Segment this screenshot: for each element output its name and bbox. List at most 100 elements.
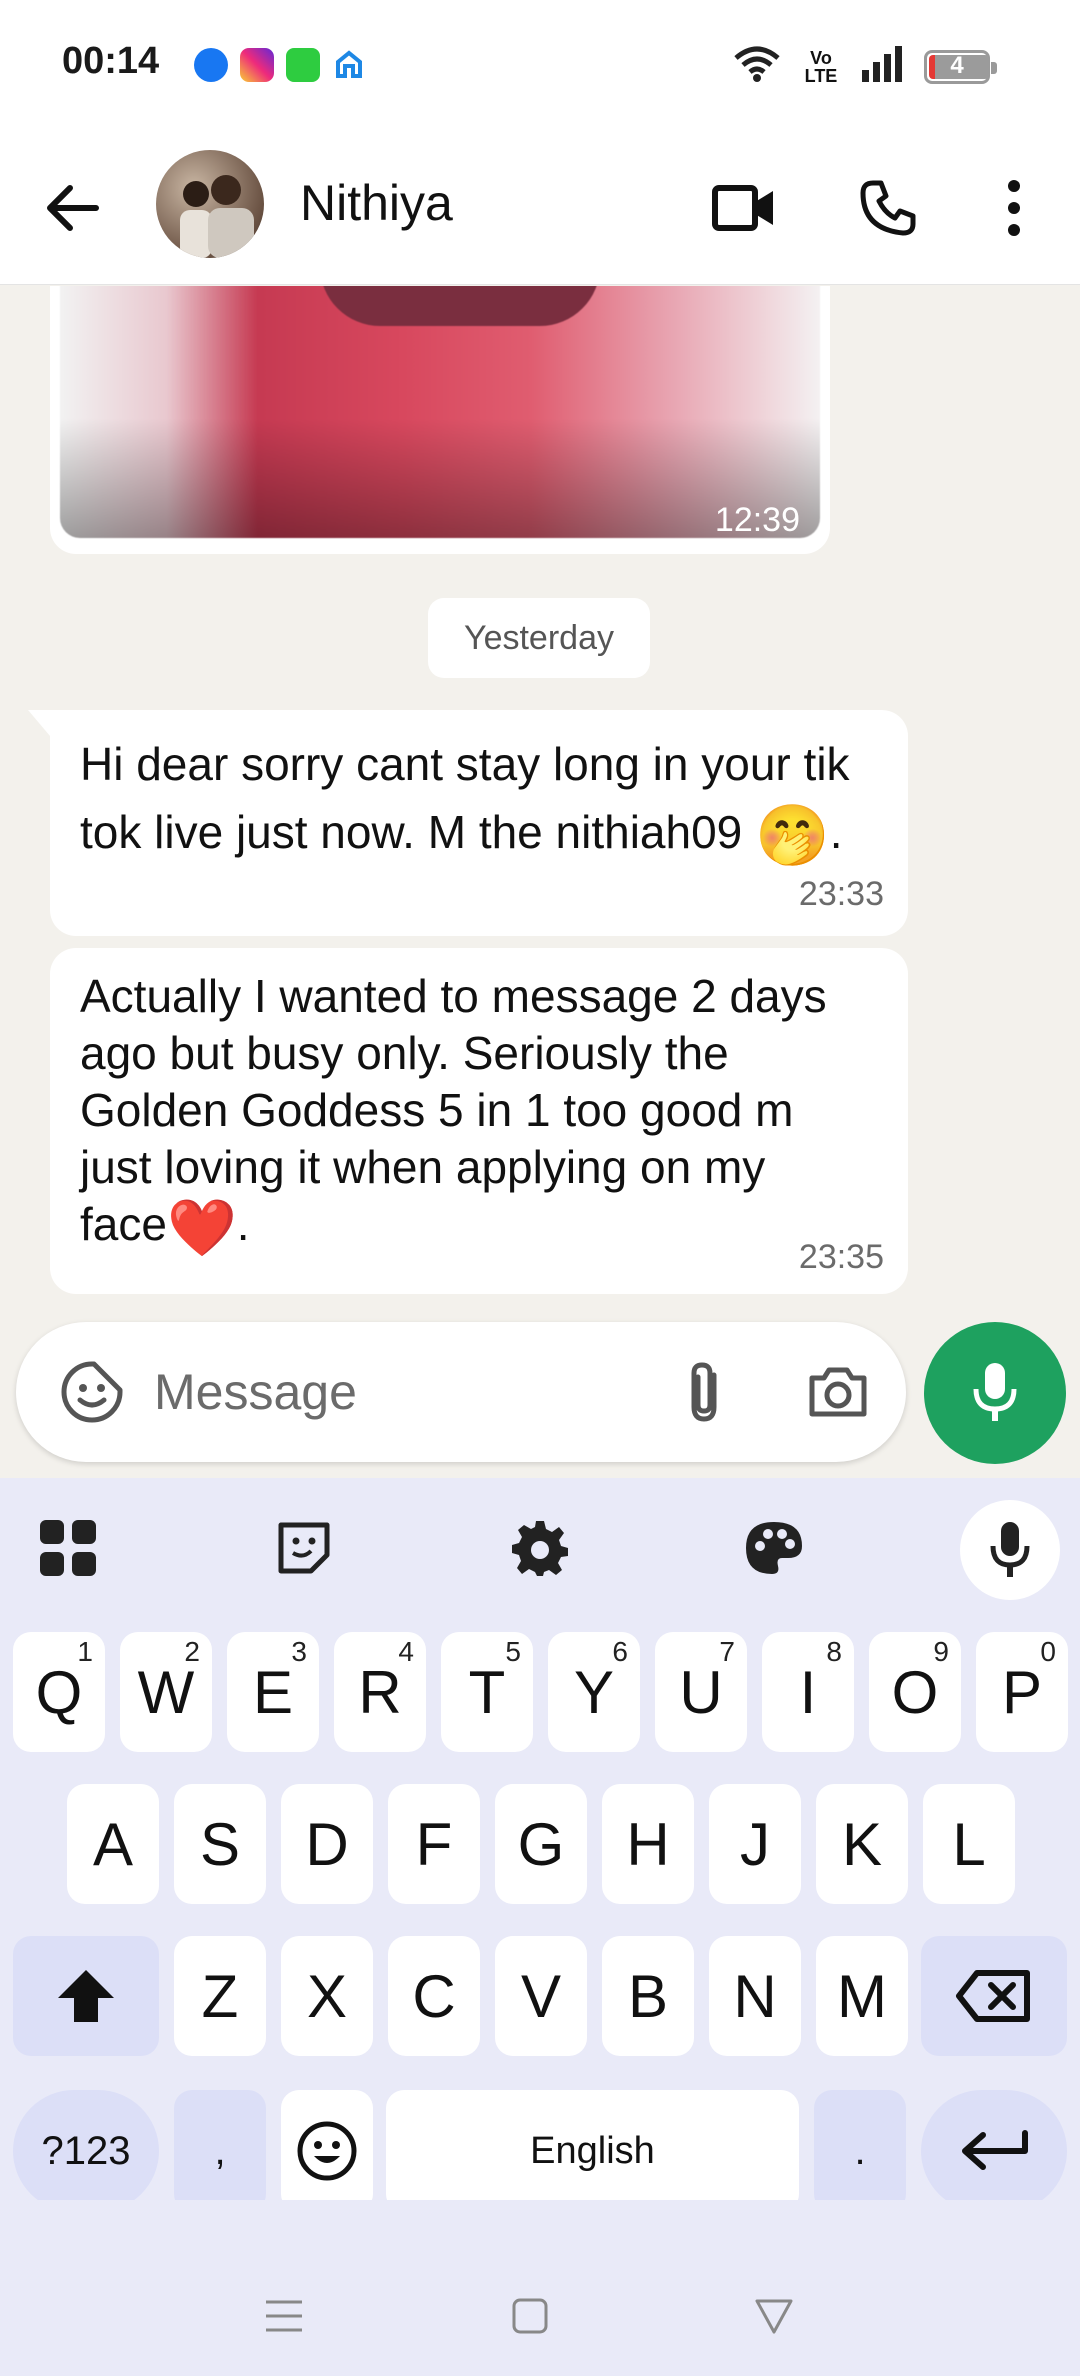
key-t[interactable]: T5 (441, 1632, 533, 1752)
key-p[interactable]: P0 (976, 1632, 1068, 1752)
home-app-icon (332, 48, 366, 82)
date-separator: Yesterday (428, 598, 650, 678)
mic-icon (990, 1522, 1030, 1577)
key-e[interactable]: E3 (227, 1632, 319, 1752)
avatar[interactable] (156, 150, 264, 258)
apps-button[interactable] (28, 1508, 108, 1588)
key-u[interactable]: U7 (655, 1632, 747, 1752)
chat-header: Nithiya (0, 130, 1080, 285)
theme-button[interactable] (734, 1508, 814, 1588)
key-m[interactable]: M (816, 1936, 908, 2056)
key-a[interactable]: A (67, 1784, 159, 1904)
backspace-key[interactable] (921, 1936, 1067, 2056)
gear-icon (512, 1521, 568, 1576)
recents-button[interactable] (254, 2286, 314, 2346)
shift-icon (58, 1970, 114, 2022)
message-time: 23:33 (798, 875, 884, 913)
key-h[interactable]: H (602, 1784, 694, 1904)
message-text: Hi dear sorry cant stay long in your tik… (80, 738, 850, 869)
video-call-icon (712, 185, 773, 231)
sticker-icon (278, 1522, 330, 1574)
video-call-button[interactable] (704, 168, 784, 248)
key-j[interactable]: J (709, 1784, 801, 1904)
status-right: Vo LTE 4 (732, 44, 997, 89)
system-nav-bar (0, 2200, 1080, 2376)
back-button[interactable] (36, 172, 108, 244)
wifi-icon (732, 44, 782, 89)
key-n[interactable]: N (709, 1936, 801, 2056)
messenger-icon (194, 48, 228, 82)
message-time: 12:39 (714, 501, 800, 539)
more-vert-icon (1008, 180, 1020, 236)
key-s[interactable]: S (174, 1784, 266, 1904)
keyboard-toolbar (0, 1478, 1080, 1608)
symbols-key[interactable]: ?123 (13, 2090, 159, 2212)
backspace-icon (956, 1970, 1030, 2022)
notification-icons (194, 48, 366, 82)
message-time: 23:35 (798, 1238, 884, 1276)
key-z[interactable]: Z (174, 1936, 266, 2056)
key-w[interactable]: W2 (120, 1632, 212, 1752)
menu-lines-icon (266, 2300, 302, 2332)
app-icon (286, 48, 320, 82)
voice-call-button[interactable] (848, 168, 928, 248)
arrow-left-icon (47, 185, 99, 231)
comma-key[interactable]: , (174, 2090, 266, 2212)
message-input[interactable] (154, 1354, 654, 1430)
period-key[interactable]: . (814, 2090, 906, 2212)
paperclip-icon (691, 1362, 717, 1422)
instagram-icon (240, 48, 274, 82)
status-bar: 00:14 Vo LTE 4 (0, 0, 1080, 130)
red-heart-emoji: ❤️ (166, 1196, 237, 1260)
home-button[interactable] (500, 2286, 560, 2346)
voice-message-button[interactable] (924, 1322, 1066, 1464)
message-text: Actually I wanted to message 2 days ago … (80, 970, 827, 1260)
enter-key[interactable] (921, 2090, 1067, 2212)
mic-icon (973, 1363, 1017, 1421)
shift-key[interactable] (13, 1936, 159, 2056)
key-i[interactable]: I8 (762, 1632, 854, 1752)
message-list[interactable]: 12:39 Yesterday Hi dear sorry cant stay … (0, 286, 1080, 1316)
key-l[interactable]: L (923, 1784, 1015, 1904)
key-d[interactable]: D (281, 1784, 373, 1904)
key-v[interactable]: V (495, 1936, 587, 2056)
message-composer (16, 1322, 906, 1462)
settings-button[interactable] (500, 1508, 580, 1588)
message-bubble[interactable]: Actually I wanted to message 2 days ago … (50, 948, 908, 1294)
key-c[interactable]: C (388, 1936, 480, 2056)
key-o[interactable]: O9 (869, 1632, 961, 1752)
triangle-back-icon (755, 2299, 793, 2334)
key-q[interactable]: Q1 (13, 1632, 105, 1752)
key-g[interactable]: G (495, 1784, 587, 1904)
battery-level: 4 (950, 51, 964, 79)
space-key[interactable]: English (386, 2090, 799, 2212)
camera-button[interactable] (798, 1352, 878, 1432)
key-b[interactable]: B (602, 1936, 694, 2056)
voice-input-button[interactable] (960, 1500, 1060, 1600)
signal-icon (860, 44, 904, 89)
attach-button[interactable] (664, 1352, 744, 1432)
status-time: 00:14 (62, 40, 160, 82)
more-options-button[interactable] (974, 168, 1054, 248)
key-x[interactable]: X (281, 1936, 373, 2056)
smiley-icon (297, 2121, 357, 2181)
image-message[interactable]: 12:39 (50, 286, 830, 554)
key-k[interactable]: K (816, 1784, 908, 1904)
sticker-icon (61, 1361, 123, 1423)
sticker-button[interactable] (264, 1508, 344, 1588)
square-icon (512, 2298, 548, 2334)
key-r[interactable]: R4 (334, 1632, 426, 1752)
message-image[interactable] (60, 286, 820, 538)
message-bubble[interactable]: Hi dear sorry cant stay long in your tik… (28, 710, 908, 936)
key-f[interactable]: F (388, 1784, 480, 1904)
back-nav-button[interactable] (744, 2286, 804, 2346)
apps-grid-icon (40, 1520, 96, 1576)
emoji-key[interactable] (281, 2090, 373, 2212)
sticker-button[interactable] (52, 1352, 132, 1432)
enter-arrow-icon (962, 2130, 1028, 2170)
volte-icon: Vo LTE (804, 47, 838, 86)
contact-name[interactable]: Nithiya (300, 174, 453, 232)
palette-icon (746, 1522, 802, 1574)
battery-icon: 4 (924, 49, 997, 84)
key-y[interactable]: Y6 (548, 1632, 640, 1752)
